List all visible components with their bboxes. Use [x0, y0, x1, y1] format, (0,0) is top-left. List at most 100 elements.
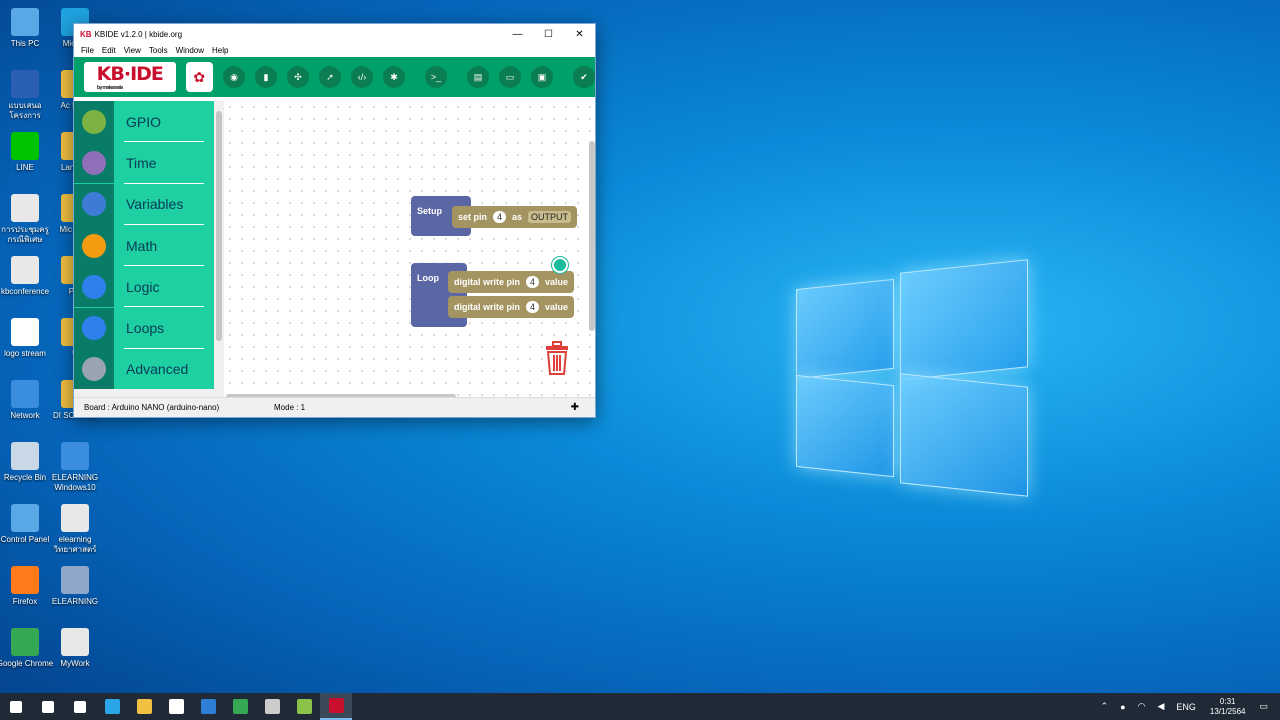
notification-icon[interactable]: ▭ — [1259, 701, 1268, 712]
desktop-icon[interactable]: elearning วิทยาศาสตร์ — [45, 504, 105, 555]
desktop-app-icon — [11, 442, 39, 470]
block-category-sidebar: GPIO Time Variables Math Logic Loops Advanced — [74, 101, 214, 391]
menu-help[interactable]: Help — [208, 44, 232, 57]
desktop-app-icon — [61, 566, 89, 594]
close-button[interactable]: ✕ — [564, 29, 595, 40]
chrome-icon[interactable] — [224, 693, 256, 720]
desktop-app-icon — [11, 8, 39, 36]
sidebar-scrollbar[interactable] — [214, 101, 224, 389]
digital-write-value-label: value — [545, 302, 569, 312]
code-icon[interactable]: ‹/› — [351, 66, 373, 88]
status-bar: Board : Arduino NANO (arduino-nano) Mode… — [74, 397, 595, 417]
edge-icon[interactable] — [96, 693, 128, 720]
digital-write-pin-number[interactable]: 4 — [526, 301, 540, 313]
maximize-button[interactable]: ☐ — [533, 29, 564, 40]
category-math[interactable]: Math — [74, 225, 214, 267]
category-logic[interactable]: Logic — [74, 266, 214, 308]
desktop-app-icon — [11, 256, 39, 284]
microphone-icon[interactable]: ● — [1120, 702, 1125, 712]
desktop-icon[interactable]: MyWork — [45, 628, 105, 669]
kbide-logo: KB·IDE by makerasia — [84, 62, 176, 92]
workspace-vscrollbar[interactable] — [589, 141, 595, 331]
check-icon[interactable]: ✔ — [573, 66, 595, 88]
category-label: Variables — [126, 196, 184, 213]
save-icon[interactable]: ▣ — [531, 66, 553, 88]
system-tray: ⌃ ● ◠ ◀ ENG 0:31 13/1/2564 ▭ — [1095, 697, 1280, 717]
desktop-app-icon — [11, 504, 39, 532]
category-time[interactable]: Time — [74, 142, 214, 184]
menu-view[interactable]: View — [120, 44, 145, 57]
robot-icon[interactable]: ◉ — [223, 66, 245, 88]
desktop-app-icon — [61, 442, 89, 470]
desktop-app-icon — [11, 628, 39, 656]
category-loops[interactable]: Loops — [74, 307, 214, 350]
trash-icon[interactable] — [544, 341, 570, 375]
category-variables[interactable]: Variables — [74, 183, 214, 226]
pin-mode-dropdown[interactable]: OUTPUT — [528, 211, 572, 223]
connection-indicator-icon — [552, 257, 568, 273]
desktop-app-icon — [11, 380, 39, 408]
start-button[interactable] — [0, 693, 32, 720]
mode-status: Mode : 1 — [274, 403, 306, 412]
minimize-button[interactable]: — — [502, 29, 533, 40]
category-label: Logic — [126, 278, 160, 295]
chevron-up-icon[interactable]: ⌃ — [1101, 701, 1109, 712]
desktop-app-icon — [11, 194, 39, 222]
loop-label: Loop — [417, 273, 439, 283]
digital-write-block-2[interactable]: digital write pin 4 value — [448, 296, 575, 318]
menu-tools[interactable]: Tools — [145, 44, 172, 57]
title-bar[interactable]: KB KBIDE v1.2.0 | kbide.org — ☐ ✕ — [74, 24, 595, 44]
desktop-icon[interactable]: ELEARNING Windows10 — [45, 442, 105, 493]
loops-category-icon — [74, 307, 114, 349]
file-explorer-icon[interactable] — [128, 693, 160, 720]
desktop-icon[interactable]: ELEARNING — [45, 566, 105, 607]
desktop-icon-label: MyWork — [60, 659, 90, 668]
math-category-icon — [74, 225, 114, 267]
menu-window[interactable]: Window — [172, 44, 208, 57]
variables-category-icon — [74, 183, 114, 225]
terminal-icon[interactable]: >_ — [425, 66, 447, 88]
volume-icon[interactable]: ◀ — [1157, 701, 1164, 712]
desktop-app-icon — [11, 318, 39, 346]
settings-icon[interactable]: ✱ — [383, 66, 405, 88]
advanced-category-icon — [74, 348, 114, 390]
block-workspace[interactable]: Setup set pin 4 as OUTPUT Loop digital w… — [224, 101, 595, 399]
desktop-app-icon — [61, 628, 89, 656]
task-view-icon[interactable] — [64, 693, 96, 720]
clock-date: 13/1/2564 — [1209, 706, 1246, 716]
set-pin-label: set pin — [458, 212, 488, 222]
set-pin-number[interactable]: 4 — [493, 211, 507, 223]
digital-write-label: digital write pin — [454, 302, 521, 312]
category-advanced[interactable]: Advanced — [74, 348, 214, 391]
clock[interactable]: 0:31 13/1/2564 — [1210, 697, 1246, 717]
search-icon[interactable] — [32, 693, 64, 720]
obs-icon[interactable] — [256, 693, 288, 720]
menu-bar: File Edit View Tools Window Help — [74, 44, 595, 57]
clock-time: 0:31 — [1219, 696, 1236, 706]
menu-file[interactable]: File — [77, 44, 98, 57]
store-icon[interactable] — [160, 693, 192, 720]
open-folder-icon[interactable]: ▭ — [499, 66, 521, 88]
language-indicator[interactable]: ENG — [1176, 702, 1196, 712]
taskbar: ⌃ ● ◠ ◀ ENG 0:31 13/1/2564 ▭ — [0, 693, 1280, 720]
time-category-icon — [74, 142, 114, 184]
board-icon[interactable]: ▮ — [255, 66, 277, 88]
puzzle-icon[interactable]: ✚ — [571, 402, 579, 413]
new-file-icon[interactable]: ▤ — [467, 66, 489, 88]
brand-logo-icon: ✿ — [185, 62, 213, 92]
category-gpio[interactable]: GPIO — [74, 101, 214, 143]
category-label: Advanced — [126, 361, 189, 378]
kbide-icon[interactable] — [320, 693, 352, 720]
digital-write-pin-number[interactable]: 4 — [526, 276, 540, 288]
digital-write-block-1[interactable]: digital write pin 4 value — [448, 271, 575, 293]
rocket-icon[interactable]: ➚ — [319, 66, 341, 88]
windows-logo-wallpaper — [796, 256, 1028, 497]
mail-icon[interactable] — [192, 693, 224, 720]
setup-label: Setup — [417, 206, 443, 216]
board-status[interactable]: Board : Arduino NANO (arduino-nano) — [84, 403, 274, 412]
menu-edit[interactable]: Edit — [98, 44, 120, 57]
plugin-icon[interactable]: ✣ — [287, 66, 309, 88]
android-app-icon[interactable] — [288, 693, 320, 720]
network-icon[interactable]: ◠ — [1138, 701, 1146, 712]
set-pin-block[interactable]: set pin 4 as OUTPUT — [452, 206, 578, 228]
